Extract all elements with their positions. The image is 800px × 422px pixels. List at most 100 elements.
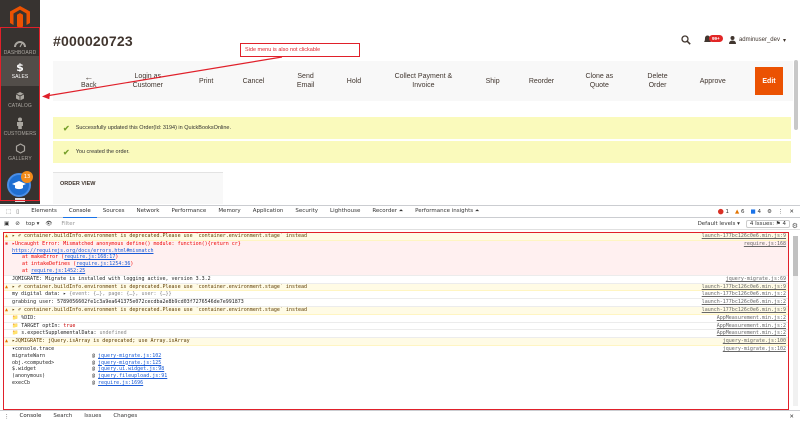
print-button[interactable]: Print bbox=[199, 77, 213, 86]
source-link[interactable]: require.js:168 bbox=[744, 241, 786, 248]
tab-network[interactable]: Network bbox=[130, 206, 165, 217]
clear-console-icon[interactable]: ⊘ bbox=[15, 221, 20, 227]
drawer-tab-console[interactable]: Console bbox=[13, 411, 48, 422]
more-options-icon[interactable]: ⋮ bbox=[778, 209, 784, 215]
login-as-customer-button[interactable]: Login as Customer bbox=[126, 72, 170, 90]
settings-gear-icon[interactable]: ⚙ bbox=[767, 209, 772, 215]
context-selector[interactable]: top ▾ bbox=[26, 221, 40, 227]
drawer-tab-search[interactable]: Search bbox=[47, 411, 78, 422]
eye-icon[interactable]: 👁 bbox=[45, 221, 52, 227]
source-link[interactable]: jquery.fileupload.js:91 bbox=[98, 373, 167, 379]
source-link[interactable]: launch-177bc126c0e6.min.js:9 bbox=[702, 284, 786, 291]
error-docs-link[interactable]: https://requirejs.org/docs/errors.html#m… bbox=[12, 248, 153, 254]
source-link[interactable]: require.js:1254:36 bbox=[76, 261, 130, 267]
search-icon[interactable] bbox=[681, 35, 691, 45]
tab-memory[interactable]: Memory bbox=[212, 206, 246, 217]
source-link[interactable]: jquery-migrate.js:69 bbox=[726, 276, 786, 283]
log-levels-dropdown[interactable]: Default levels ▾ bbox=[698, 221, 740, 227]
console-log: 📁 s.expectSupplementalData: undefined App… bbox=[4, 330, 788, 339]
devtools-panel: ⬚ ▯ Elements Console Sources Network Per… bbox=[0, 205, 800, 422]
edit-button[interactable]: Edit bbox=[755, 67, 783, 95]
source-link[interactable]: jquery-migrate.js:100 bbox=[723, 338, 786, 345]
filter-input[interactable]: Filter bbox=[58, 219, 239, 228]
trace-frame: migrateWarn @ jquery-migrate.js:102 bbox=[12, 352, 162, 359]
console-message: grabbing user: 5789056602fe1c3a9ea641375… bbox=[12, 299, 244, 306]
tab-lighthouse[interactable]: Lighthouse bbox=[324, 206, 366, 217]
sidebar-toggle-icon[interactable]: ▣ bbox=[4, 221, 9, 227]
tab-security[interactable]: Security bbox=[289, 206, 324, 217]
source-link[interactable]: require.js:1696 bbox=[98, 380, 143, 386]
stack-frame: at makeError (require.js:168:17) bbox=[4, 254, 788, 262]
chevron-down-icon: ▾ bbox=[782, 37, 786, 44]
info-count[interactable]: ■ 4 bbox=[751, 209, 761, 215]
frame-function: execCb bbox=[12, 379, 31, 386]
tab-performance[interactable]: Performance bbox=[165, 206, 212, 217]
close-icon[interactable]: ✕ bbox=[789, 414, 800, 420]
tab-console[interactable]: Console bbox=[62, 206, 97, 218]
source-link[interactable]: launch-177bc126c0e6.min.js:2 bbox=[702, 291, 786, 298]
source-link[interactable]: AppMeasurement.min.js:2 bbox=[717, 323, 786, 330]
value-text: true bbox=[63, 322, 76, 329]
source-link[interactable]: jquery-migrate.js:102 bbox=[98, 353, 161, 359]
ship-button[interactable]: Ship bbox=[486, 77, 500, 86]
console-toolbar: ▣ ⊘ top ▾ 👁 Filter Default levels ▾ 4 Is… bbox=[0, 218, 800, 230]
send-email-button[interactable]: Send Email bbox=[294, 72, 318, 90]
drawer-tab-issues[interactable]: Issues bbox=[78, 411, 107, 422]
back-button[interactable]: ← Back bbox=[81, 72, 97, 90]
source-link[interactable]: launch-177bc126c0e6.min.js:2 bbox=[702, 299, 786, 306]
drawer-tab-changes[interactable]: Changes bbox=[107, 411, 143, 422]
warning-icon: ▲ bbox=[5, 283, 9, 290]
tab-recorder[interactable]: Recorder ⏶ bbox=[366, 206, 409, 217]
notifications-button[interactable]: 99+ bbox=[703, 34, 723, 46]
approve-button[interactable]: Approve bbox=[700, 77, 726, 86]
source-link[interactable]: jquery-migrate.js:125 bbox=[98, 360, 161, 366]
source-link[interactable]: jquery-migrate.js:102 bbox=[723, 346, 786, 353]
reorder-button[interactable]: Reorder bbox=[529, 77, 554, 86]
clone-as-quote-button[interactable]: Clone as Quote bbox=[583, 72, 615, 90]
stack-text: ) bbox=[130, 261, 134, 268]
error-count[interactable]: ⬤ 1 bbox=[718, 209, 729, 215]
object-preview[interactable]: {event: {…}, page: {…}, user: {…}} bbox=[69, 291, 171, 297]
order-view-tab[interactable]: ORDER VIEW bbox=[53, 172, 223, 204]
console-error-detail: https://requirejs.org/docs/errors.html#m… bbox=[4, 247, 788, 255]
console-message: ▾console.trace bbox=[12, 345, 55, 352]
scrollbar-thumb[interactable] bbox=[793, 236, 798, 276]
source-link[interactable]: jquery.ui.widget.js:98 bbox=[98, 366, 164, 372]
collect-payment-invoice-button[interactable]: Collect Payment & Invoice bbox=[390, 72, 456, 90]
value-text: undefined bbox=[99, 330, 127, 337]
close-icon[interactable]: ✕ bbox=[789, 209, 794, 215]
warning-count[interactable]: ▲ 6 bbox=[735, 209, 744, 215]
console-warning: ▲ ▸ ✐ container.buildInfo.environment is … bbox=[4, 306, 788, 315]
page-scrollbar[interactable] bbox=[794, 60, 798, 130]
source-link[interactable]: launch-177bc126c0e6.min.js:9 bbox=[702, 307, 786, 314]
warning-icon: ▲ bbox=[5, 306, 9, 313]
magento-logo-icon[interactable] bbox=[9, 5, 31, 29]
user-menu[interactable]: adminuser_dev ▾ bbox=[728, 36, 786, 44]
source-link[interactable]: AppMeasurement.min.js:2 bbox=[717, 330, 786, 337]
frame-function: $.widget bbox=[12, 366, 37, 373]
device-toolbar-icon[interactable]: ▯ bbox=[16, 209, 19, 215]
console-scrollbar[interactable] bbox=[793, 236, 798, 406]
source-link[interactable]: require.js:168:17 bbox=[64, 254, 115, 260]
console-message: 📁 s.expectSupplementalData: bbox=[12, 330, 100, 337]
warning-icon: ▲ bbox=[5, 338, 9, 345]
devtools-tabbar: ⬚ ▯ Elements Console Sources Network Per… bbox=[0, 206, 800, 218]
console-trace[interactable]: ▾console.trace jquery-migrate.js:102 bbox=[4, 346, 788, 353]
console-message: ▸Uncaught Error: Mismatched anonymous de… bbox=[12, 240, 241, 247]
source-link[interactable]: AppMeasurement.min.js:2 bbox=[717, 315, 786, 322]
tab-performance-insights[interactable]: Performance insights ⏶ bbox=[409, 206, 485, 217]
tab-elements[interactable]: Elements bbox=[25, 206, 63, 217]
source-link[interactable]: require.js:1452:25 bbox=[31, 268, 85, 274]
hold-button[interactable]: Hold bbox=[347, 77, 361, 86]
warning-count-value: 6 bbox=[741, 208, 745, 215]
more-options-icon[interactable]: ⋮ bbox=[0, 414, 14, 420]
cancel-button[interactable]: Cancel bbox=[243, 77, 265, 86]
stack-frame: at require.js:1452:25 bbox=[4, 267, 788, 276]
console-settings-icon[interactable]: ⚙ bbox=[792, 222, 798, 230]
tab-application[interactable]: Application bbox=[247, 206, 290, 217]
source-link[interactable]: launch-177bc126c0e6.min.js:9 bbox=[702, 233, 786, 240]
tab-sources[interactable]: Sources bbox=[97, 206, 131, 217]
issues-button[interactable]: 4 Issues: ⚑ 4 bbox=[745, 219, 790, 228]
delete-order-button[interactable]: Delete Order bbox=[645, 72, 671, 90]
inspect-element-icon[interactable]: ⬚ bbox=[6, 209, 11, 215]
